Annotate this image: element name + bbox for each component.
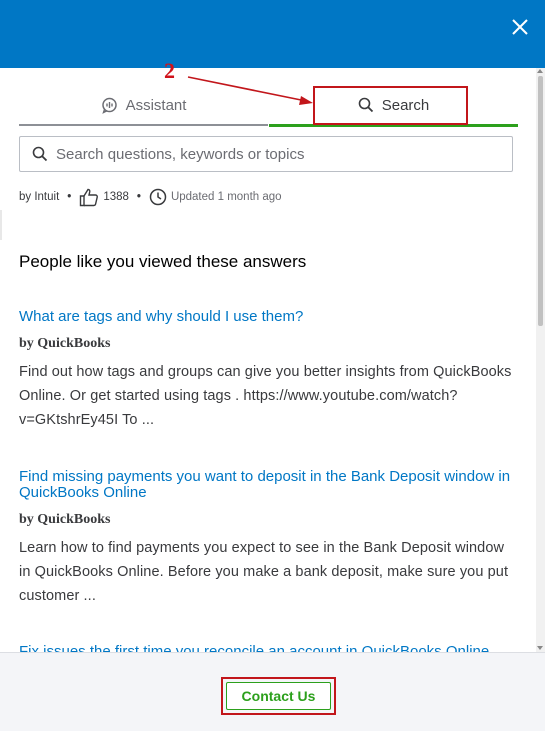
close-button[interactable] (509, 16, 531, 38)
search-icon (32, 146, 48, 162)
article-author: by QuickBooks (19, 336, 111, 351)
search-input[interactable] (56, 139, 512, 169)
article-item: Find missing payments you want to deposi… (19, 469, 519, 608)
scroll-down-arrow[interactable] (537, 646, 543, 650)
article-item: What are tags and why should I use them?… (19, 309, 519, 432)
article-title-link[interactable]: Find missing payments you want to deposi… (19, 469, 519, 501)
author-label: by Intuit (19, 191, 60, 203)
tab-search[interactable]: Search (269, 86, 518, 127)
contact-us-button[interactable]: Contact Us (226, 682, 331, 710)
panel-header (0, 0, 545, 68)
scroll-thumb[interactable] (538, 76, 543, 326)
tab-assistant-label: Assistant (125, 96, 187, 114)
scroll-up-arrow[interactable] (537, 69, 543, 73)
tab-search-label: Search (381, 96, 430, 114)
article-meta: by Intuit • 1388 • Updated 1 month ago (19, 186, 282, 208)
separator-dot: • (67, 191, 72, 203)
tab-bar: Assistant Search (19, 86, 518, 127)
likes-count: 1388 (103, 191, 129, 203)
close-icon (512, 19, 528, 35)
tab-assistant[interactable]: Assistant (19, 86, 268, 126)
annotation-step-number: 2 (164, 58, 175, 83)
separator-dot: • (136, 191, 141, 203)
search-field[interactable] (19, 136, 513, 172)
chat-bubble-icon (101, 97, 117, 114)
updated-label: Updated 1 month ago (170, 191, 282, 203)
clock-icon (149, 188, 167, 206)
section-title: People like you viewed these answers (19, 252, 307, 271)
left-edge-divider (0, 210, 2, 240)
thumbs-up-icon[interactable] (79, 188, 99, 207)
article-title-link[interactable]: What are tags and why should I use them? (19, 309, 519, 325)
article-snippet: Find out how tags and groups can give yo… (19, 364, 512, 428)
search-icon (358, 97, 373, 113)
article-snippet: Learn how to find payments you expect to… (19, 540, 509, 604)
scrollbar[interactable] (536, 68, 545, 652)
article-author: by QuickBooks (19, 512, 111, 527)
annotation-highlight-contact: Contact Us (221, 677, 336, 715)
